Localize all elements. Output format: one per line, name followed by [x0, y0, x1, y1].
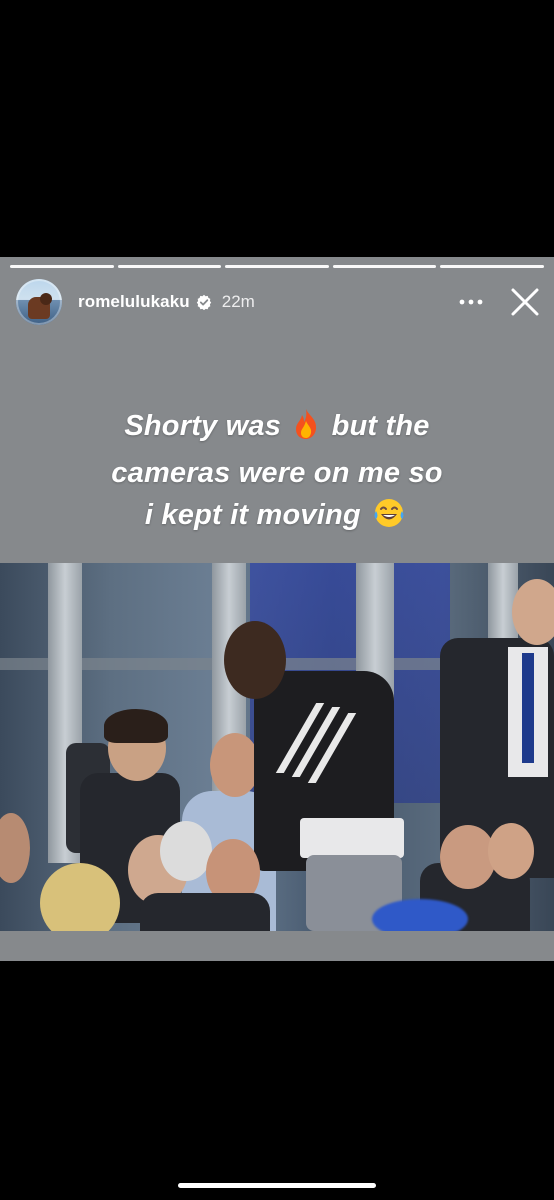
progress-segment	[10, 265, 114, 268]
close-icon[interactable]	[508, 285, 542, 319]
story-card[interactable]: romelulukaku 22m Shorty was but the came…	[0, 257, 554, 961]
story-timestamp: 22m	[221, 292, 255, 311]
story-header: romelulukaku 22m	[16, 279, 542, 325]
username[interactable]: romelulukaku	[78, 292, 190, 312]
progress-segment	[225, 265, 329, 268]
progress-segment	[117, 265, 222, 268]
verified-badge-icon	[196, 294, 212, 311]
tears-of-joy-emoji	[373, 497, 405, 541]
progress-segment	[332, 265, 437, 268]
caption-line-1: Shorty was but the	[0, 405, 554, 452]
caption-line-2: cameras were on me so	[111, 457, 443, 489]
fire-emoji	[293, 408, 319, 452]
caption-line-3: i kept it moving	[0, 494, 554, 541]
story-progress-bar	[10, 265, 544, 268]
story-photo	[0, 563, 554, 931]
progress-segment	[440, 265, 544, 268]
more-options-icon[interactable]	[456, 287, 486, 317]
story-caption: Shorty was but the cameras were on me so…	[0, 405, 554, 541]
home-indicator[interactable]	[178, 1183, 376, 1188]
avatar[interactable]	[16, 279, 62, 325]
